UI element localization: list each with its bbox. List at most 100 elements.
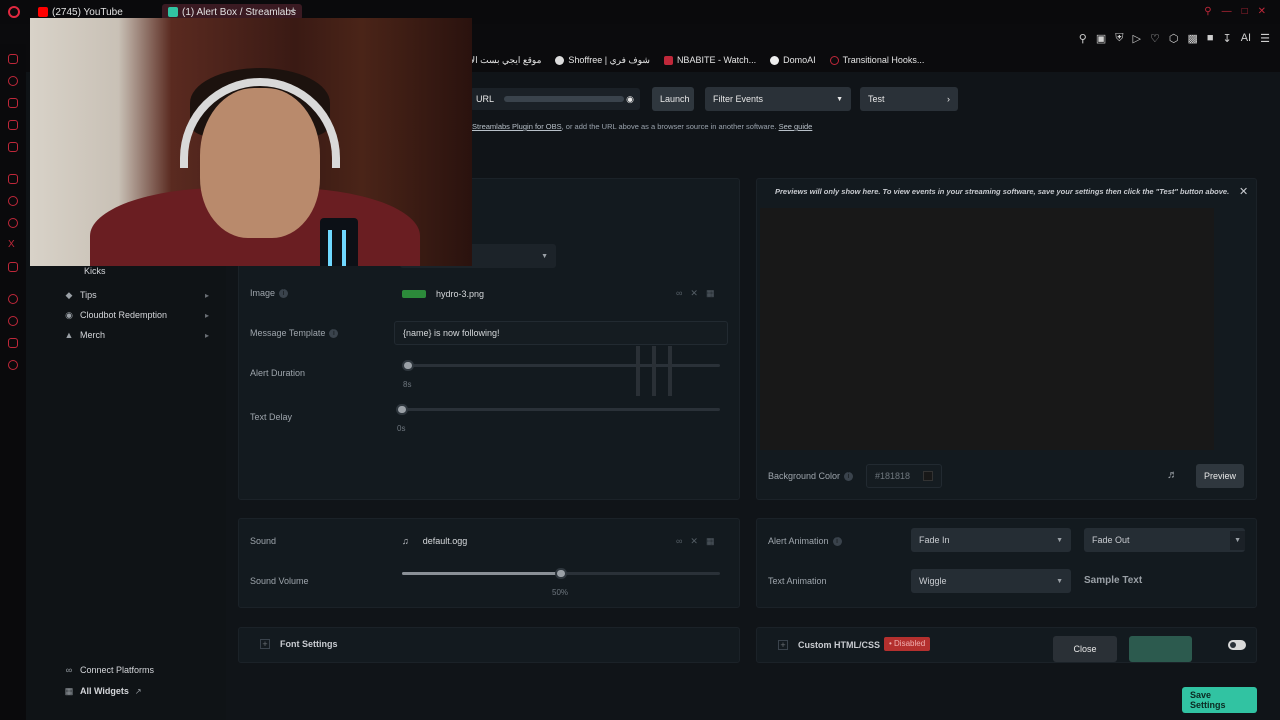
sidebar-item-label: Merch	[80, 330, 106, 340]
bookmarks-bar: موقع ايجي بست الا Shoffree | شوف فري NBA…	[470, 52, 924, 68]
color-swatch[interactable]	[923, 471, 933, 481]
minimize-icon[interactable]: —	[1222, 6, 1232, 17]
close-icon[interactable]: ✕	[1258, 6, 1266, 17]
sidebar-item-cloudbot-redemption[interactable]: ◉ Cloudbot Redemption ▸	[64, 310, 209, 320]
background-color-input[interactable]: #181818	[866, 464, 942, 488]
sidebar-app-icon[interactable]	[8, 294, 18, 304]
sound-volume-label: Sound Volume	[250, 576, 309, 586]
heart-icon[interactable]: ♡	[1150, 32, 1160, 45]
filter-events-select[interactable]: Filter Events ▼	[705, 87, 851, 111]
webcam-overlay	[30, 18, 472, 266]
sidebar-app-icon[interactable]	[8, 120, 18, 130]
message-template-input[interactable]: {name} is now following!	[394, 321, 728, 345]
volume-icon[interactable]: ♬	[1167, 469, 1178, 481]
maximize-icon[interactable]: □	[1242, 6, 1248, 17]
save-ghost-button	[1129, 636, 1192, 662]
cube-icon[interactable]: ⬡	[1169, 32, 1179, 45]
pin-icon[interactable]: ⚲	[1079, 32, 1087, 45]
search-icon[interactable]: ⚲	[1204, 6, 1211, 17]
eye-icon[interactable]: ◉	[626, 94, 634, 105]
sidebar-item-merch[interactable]: ▲ Merch ▸	[64, 330, 209, 340]
sidebar-item-kicks[interactable]: Kicks	[64, 266, 209, 276]
sidebar-item-tips[interactable]: ◆ Tips ▸	[64, 290, 209, 300]
remove-icon[interactable]: ✕	[690, 536, 698, 547]
sound-file-name: default.ogg	[422, 536, 468, 546]
link-icon[interactable]: ∞	[676, 288, 682, 299]
see-guide-link[interactable]: See guide	[779, 122, 813, 131]
bookmark-item[interactable]: موقع ايجي بست الا	[470, 55, 541, 66]
image-thumbnail	[402, 290, 426, 298]
slider-knob[interactable]	[396, 404, 408, 415]
test-button[interactable]: Test ›	[860, 87, 958, 111]
menu-icon[interactable]: ☰	[1260, 32, 1270, 45]
bookmark-label: DomoAI	[783, 55, 816, 65]
snapshot-icon[interactable]: ▣	[1096, 32, 1106, 45]
music-note-icon: ♫	[402, 536, 409, 546]
all-widgets-label: All Widgets	[80, 686, 129, 696]
bookmark-item[interactable]: DomoAI	[770, 55, 816, 65]
sidebar-app-icon[interactable]	[8, 76, 18, 86]
info-icon: i	[832, 537, 842, 547]
chevron-down-icon: ▼	[836, 95, 843, 103]
preview-notice: Previews will only show here. To view ev…	[775, 187, 1230, 196]
download-icon[interactable]: ↧	[1223, 32, 1232, 45]
close-button[interactable]: Close	[1053, 636, 1117, 662]
chevron-down-icon: ▼	[1056, 577, 1063, 585]
custom-html-toggle[interactable]	[1228, 640, 1246, 650]
close-notice-icon[interactable]: ✕	[1239, 185, 1248, 198]
test-label: Test	[868, 94, 885, 104]
sound-volume-slider[interactable]	[402, 568, 720, 579]
opera-logo-icon[interactable]	[8, 6, 20, 18]
bookmark-label: NBABITE - Watch...	[676, 55, 757, 65]
settings-icon[interactable]	[8, 360, 18, 370]
message-template-label: Message Template i	[250, 328, 339, 339]
shield-icon[interactable]: ⛨	[1115, 32, 1123, 45]
clock-icon[interactable]	[8, 316, 18, 326]
sidebar-app-icon[interactable]	[8, 98, 18, 108]
text-animation-select[interactable]: Wiggle ▼	[911, 569, 1071, 593]
streamlabs-icon	[168, 7, 178, 17]
gallery-icon[interactable]: ▦	[706, 288, 715, 299]
sidebar-app-icon[interactable]	[8, 142, 18, 152]
sidebar-app-icon[interactable]	[8, 218, 18, 228]
sidebar-app-icon[interactable]	[8, 262, 18, 272]
sample-text: Sample Text	[1084, 575, 1143, 586]
external-link-icon: ↗	[134, 686, 142, 696]
launch-button[interactable]: Launch	[652, 87, 694, 111]
fade-in-select[interactable]: Fade In ▼	[911, 528, 1071, 552]
fade-out-select[interactable]: Fade Out ▼	[1084, 528, 1245, 552]
puzzle-icon[interactable]: ▩	[1187, 32, 1197, 45]
sidebar-app-icon[interactable]	[8, 338, 18, 348]
obs-plugin-link[interactable]: Streamlabs Plugin for OBS	[472, 122, 562, 131]
new-tab-button[interactable]: +	[290, 5, 296, 17]
background-color-value: #181818	[875, 471, 911, 481]
sidebar-app-icon[interactable]	[8, 196, 18, 206]
slider-knob[interactable]	[555, 568, 567, 579]
bookmark-item[interactable]: Transitional Hooks...	[829, 55, 924, 65]
connect-platforms-link[interactable]: ∞ Connect Platforms	[64, 665, 209, 675]
gallery-icon[interactable]: ▦	[706, 536, 715, 547]
x-icon[interactable]: X	[8, 240, 18, 250]
ai-button[interactable]: AI	[1241, 32, 1251, 45]
info-icon: i	[279, 289, 289, 299]
expand-icon[interactable]: +	[778, 640, 788, 650]
link-icon[interactable]: ∞	[676, 536, 682, 547]
play-icon[interactable]: ▷	[1132, 32, 1140, 45]
cloudbot-icon: ◉	[65, 310, 73, 320]
preview-button[interactable]: Preview	[1196, 464, 1244, 488]
bookmark-icon	[770, 55, 780, 65]
webcam-microphone	[320, 218, 358, 266]
bookmark-item[interactable]: Shoffree | شوف فري	[555, 55, 650, 66]
remove-icon[interactable]: ✕	[690, 288, 698, 299]
bookmark-icon	[829, 55, 839, 65]
save-settings-button[interactable]: Save Settings	[1182, 687, 1257, 713]
expand-icon[interactable]: +	[260, 639, 270, 649]
text-delay-slider[interactable]	[396, 404, 720, 415]
sidebar-app-icon[interactable]	[8, 54, 18, 64]
chevron-right-icon: ›	[947, 94, 950, 104]
widget-url-field[interactable]: URL ◉	[470, 88, 640, 110]
bookmark-item[interactable]: NBABITE - Watch...	[663, 55, 757, 65]
sidebar-app-icon[interactable]	[8, 174, 18, 184]
lock-icon[interactable]: ■	[1207, 32, 1214, 45]
all-widgets-link[interactable]: ▦ All Widgets ↗	[64, 686, 209, 696]
